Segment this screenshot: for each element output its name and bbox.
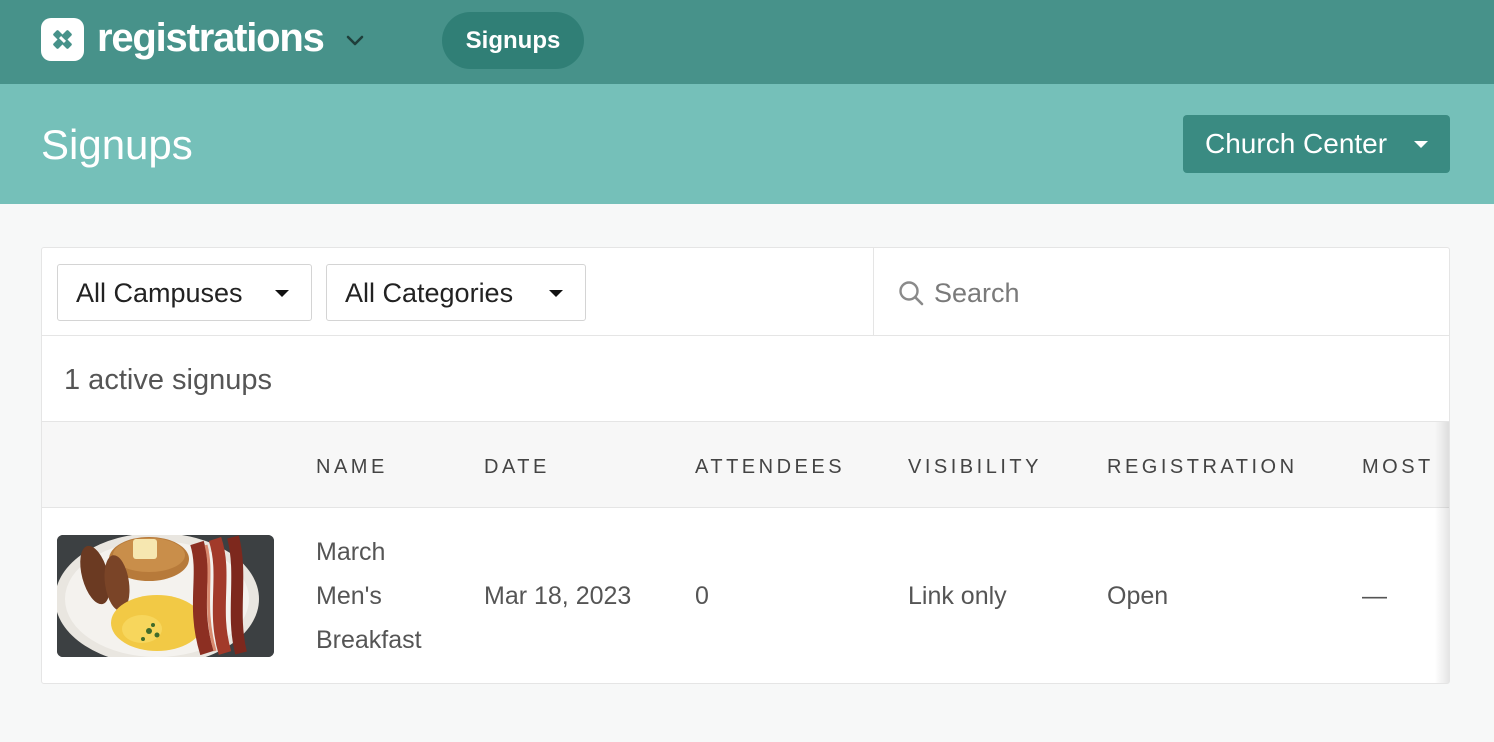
category-filter-select[interactable]: All Categories: [326, 264, 586, 321]
top-navigation: registrations Signups: [0, 0, 1494, 84]
caret-down-icon: [549, 290, 563, 297]
campus-filter-select[interactable]: All Campuses: [57, 264, 312, 321]
search-input[interactable]: [934, 268, 1434, 318]
column-header-name[interactable]: NAME: [316, 456, 388, 478]
app-name[interactable]: registrations: [97, 13, 325, 63]
signup-registration-status: Open: [1107, 582, 1169, 610]
caret-down-icon: [275, 290, 289, 297]
page-header: Signups Church Center: [0, 84, 1494, 204]
campus-filter-value: All Campuses: [76, 278, 243, 308]
horizontal-scroll-shadow: [1435, 422, 1449, 683]
column-header-attendees[interactable]: ATTENDEES: [695, 456, 845, 478]
church-center-button-label: Church Center: [1205, 128, 1388, 159]
column-header-most[interactable]: MOST: [1362, 456, 1434, 478]
signup-most: —: [1362, 582, 1387, 610]
active-signups-count: 1 active signups: [64, 364, 272, 396]
filter-bar: All Campuses All Categories: [42, 248, 1449, 336]
signups-card: All Campuses All Categories 1 active sig…: [41, 247, 1450, 684]
column-header-date[interactable]: DATE: [484, 456, 550, 478]
chevron-down-icon[interactable]: [344, 30, 366, 52]
search-box: [873, 248, 1449, 336]
caret-down-icon: [1414, 141, 1428, 148]
column-header-visibility[interactable]: VISIBILITY: [908, 456, 1042, 478]
signup-date: Mar 18, 2023: [484, 582, 632, 610]
table-header: NAME DATE ATTENDEES VISIBILITY REGISTRAT…: [42, 422, 1449, 508]
signup-visibility: Link only: [908, 582, 1007, 610]
category-filter-value: All Categories: [345, 278, 514, 308]
table-row[interactable]: March Men's Breakfast Mar 18, 2023 0 Lin…: [42, 508, 1449, 683]
search-icon: [899, 281, 924, 306]
registrations-logo-icon[interactable]: [41, 18, 84, 61]
column-header-registration[interactable]: REGISTRATION: [1107, 456, 1298, 478]
signup-name-link[interactable]: March Men's Breakfast: [316, 530, 456, 662]
signup-count-row: 1 active signups: [42, 336, 1449, 422]
church-center-button[interactable]: Church Center: [1183, 115, 1450, 173]
breakfast-photo[interactable]: [57, 535, 274, 657]
signup-attendees: 0: [695, 582, 709, 610]
nav-tab-signups[interactable]: Signups: [442, 12, 584, 69]
page-title: Signups: [41, 121, 193, 168]
